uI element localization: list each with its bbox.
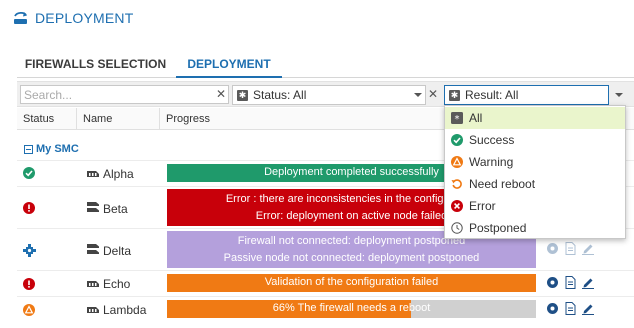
progress-text: 66% The firewall needs a reboot: [272, 302, 431, 314]
tab-bar: FIREWALLS SELECTION DEPLOYMENT: [17, 50, 634, 78]
firewall-name: Alpha: [86, 167, 134, 181]
chevron-down-icon[interactable]: [615, 93, 623, 97]
gear-icon[interactable]: [546, 276, 559, 292]
postponed-node-icon: [23, 244, 36, 260]
error-icon: [451, 200, 463, 212]
column-name[interactable]: Name: [77, 108, 160, 130]
firewall-name: Echo: [86, 277, 130, 291]
option-need-reboot[interactable]: Need reboot: [445, 173, 625, 195]
group-header[interactable]: My SMC: [24, 141, 79, 157]
clear-status-icon[interactable]: ✕: [426, 85, 440, 104]
filter-bar: ✕ ✱ Status: All ✕ ✱ Result: All: [17, 81, 634, 107]
result-filter-select[interactable]: ✱ Result: All: [444, 85, 623, 105]
clear-search-icon[interactable]: ✕: [214, 85, 228, 104]
svg-text:*: *: [455, 114, 460, 124]
firewall-cluster-icon: [86, 201, 103, 216]
result-filter-label: Result: All: [465, 88, 519, 102]
error-icon: [23, 202, 35, 217]
error-icon: [23, 278, 35, 293]
collapse-icon[interactable]: [24, 144, 33, 154]
firewall-name: Beta: [86, 201, 128, 216]
progress-bar: 66% The firewall needs a reboot: [167, 300, 536, 318]
success-icon: [23, 167, 35, 182]
filter-icon: ✱: [449, 90, 460, 101]
warning-icon: [451, 156, 463, 168]
row-actions: [546, 276, 594, 292]
table-row[interactable]: Echo Validation of the configuration fai…: [17, 270, 634, 296]
option-success[interactable]: Success: [445, 129, 625, 151]
option-postponed[interactable]: Postponed: [445, 217, 625, 239]
document-icon[interactable]: [565, 242, 576, 258]
page-header: DEPLOYMENT: [13, 8, 133, 28]
edit-icon[interactable]: [582, 242, 594, 258]
row-actions: [546, 302, 594, 318]
success-icon: [451, 134, 463, 146]
status-filter-select[interactable]: ✱ Status: All: [232, 85, 426, 105]
document-icon[interactable]: [565, 276, 576, 292]
firewall-icon: [86, 303, 103, 317]
filter-icon: ✱: [237, 90, 248, 101]
chevron-down-icon[interactable]: [414, 93, 422, 97]
firewall-icon: [86, 277, 103, 291]
page-title: DEPLOYMENT: [35, 10, 134, 26]
progress-text: Validation of the configuration failed: [264, 276, 439, 288]
result-dropdown-menu: * All Success Warning Need reboot Error …: [444, 105, 626, 239]
status-filter-label: Status: All: [253, 88, 307, 102]
document-icon[interactable]: [565, 302, 576, 318]
table-row[interactable]: Lambda 66% The firewall needs a reboot: [17, 296, 634, 322]
firewall-icon: [86, 167, 103, 181]
search-input[interactable]: [20, 85, 229, 104]
group-label: My SMC: [36, 143, 79, 155]
firewall-cluster-icon: [86, 243, 103, 258]
column-status[interactable]: Status: [17, 108, 77, 130]
option-warning[interactable]: Warning: [445, 151, 625, 173]
edit-icon[interactable]: [582, 302, 594, 318]
tab-firewalls-selection[interactable]: FIREWALLS SELECTION: [17, 50, 174, 78]
progress-text: Passive node not connected: deployment p…: [223, 252, 480, 264]
option-error[interactable]: Error: [445, 195, 625, 217]
deployment-icon: [13, 11, 29, 25]
gear-icon[interactable]: [546, 242, 559, 258]
option-all[interactable]: * All: [445, 107, 625, 129]
tab-deployment[interactable]: DEPLOYMENT: [176, 50, 282, 78]
edit-icon[interactable]: [582, 276, 594, 292]
warning-icon: [23, 304, 35, 319]
reboot-icon: [451, 178, 463, 190]
all-icon: *: [451, 112, 463, 125]
firewall-name: Delta: [86, 243, 131, 258]
clock-icon: [451, 222, 463, 234]
row-actions: [546, 242, 594, 258]
progress-bar: Validation of the configuration failed: [167, 274, 536, 292]
gear-icon[interactable]: [546, 302, 559, 318]
firewall-name: Lambda: [86, 303, 146, 317]
